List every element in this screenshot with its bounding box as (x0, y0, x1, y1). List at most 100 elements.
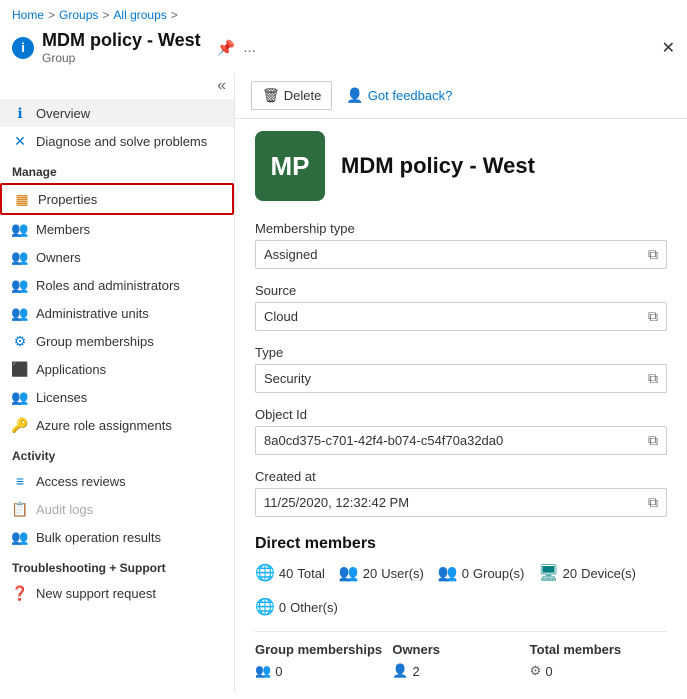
total-members-count-icon: ⚙ (530, 663, 542, 679)
stat-users: 👥 20 User(s) (339, 563, 424, 583)
field-label: Source (255, 283, 667, 298)
field-value: Security ⧉ (255, 364, 667, 393)
breadcrumb-all-groups[interactable]: All groups (113, 8, 166, 22)
collapse-icon[interactable]: « (217, 77, 226, 95)
sidebar-item-applications[interactable]: ⬛ Applications (0, 355, 234, 383)
title-actions: 📌 ... (217, 39, 256, 57)
sidebar-item-audit-logs[interactable]: 📋 Audit logs (0, 495, 234, 523)
feedback-icon: 👤 (346, 87, 363, 104)
field-label: Type (255, 345, 667, 360)
memberships-count-icon: 👥 (255, 663, 271, 679)
devices-icon: 🖥 (538, 563, 558, 583)
page-subtitle: Group (42, 51, 201, 65)
members-icon: 👥 (12, 221, 28, 237)
delete-button[interactable]: 🗑 Delete (251, 81, 332, 110)
sidebar-item-label: Audit logs (36, 502, 93, 517)
sidebar-item-bulk-ops[interactable]: 👥 Bulk operation results (0, 523, 234, 551)
copy-type[interactable]: ⧉ (648, 370, 658, 387)
copy-membership-type[interactable]: ⧉ (648, 246, 658, 263)
roles-icon: 👥 (12, 277, 28, 293)
field-label: Membership type (255, 221, 667, 236)
stat-groups: 👥 0 Group(s) (438, 563, 524, 583)
bottom-stat-value: ⚙ 0 (530, 663, 553, 679)
group-avatar: MP (255, 131, 325, 201)
field-value: Cloud ⧉ (255, 302, 667, 331)
owners-count-icon: 👤 (392, 663, 408, 679)
sidebar-item-label: New support request (36, 586, 156, 601)
copy-created-at[interactable]: ⧉ (648, 494, 658, 511)
sidebar-item-label: Group memberships (36, 334, 154, 349)
members-stats: 🌐 40 Total 👥 20 User(s) 👥 0 Group(s) 🖥 2… (255, 563, 667, 617)
copy-object-id[interactable]: ⧉ (648, 432, 658, 449)
sidebar-item-owners[interactable]: 👥 Owners (0, 243, 234, 271)
sidebar-item-licenses[interactable]: 👥 Licenses (0, 383, 234, 411)
total-icon: 🌐 (255, 563, 275, 583)
stat-others: 🌐 0 Other(s) (255, 597, 338, 617)
close-button[interactable]: ✕ (662, 38, 675, 58)
feedback-button[interactable]: 👤 Got feedback? (336, 82, 462, 109)
sidebar-item-group-memberships[interactable]: ⚙ Group memberships (0, 327, 234, 355)
field-object-id: Object Id 8a0cd375-c701-42f4-b074-c54f70… (255, 407, 667, 455)
sidebar-item-access-reviews[interactable]: ≡ Access reviews (0, 467, 234, 495)
diagnose-icon: ✕ (12, 133, 28, 149)
field-source: Source Cloud ⧉ (255, 283, 667, 331)
sidebar-item-label: Owners (36, 250, 81, 265)
header-icon: i (12, 37, 34, 59)
toolbar: 🗑 Delete 👤 Got feedback? (235, 73, 687, 119)
sidebar-item-roles[interactable]: 👥 Roles and administrators (0, 271, 234, 299)
manage-section-label: Manage (0, 155, 234, 183)
direct-members-title: Direct members (255, 535, 667, 553)
users-icon: 👥 (339, 563, 359, 583)
sidebar-item-label: Roles and administrators (36, 278, 180, 293)
field-label: Created at (255, 469, 667, 484)
sidebar-item-azure-roles[interactable]: 🔑 Azure role assignments (0, 411, 234, 439)
group-header: MP MDM policy - West (255, 131, 667, 201)
sidebar-item-label: Applications (36, 362, 106, 377)
bottom-stat-label: Group memberships (255, 642, 382, 657)
sidebar-item-new-support[interactable]: ❓ New support request (0, 579, 234, 607)
bottom-stat-owners: Owners 👤 2 (392, 642, 529, 679)
field-label: Object Id (255, 407, 667, 422)
others-icon: 🌐 (255, 597, 275, 617)
sidebar-item-label: Diagnose and solve problems (36, 134, 207, 149)
sidebar-item-label: Azure role assignments (36, 418, 172, 433)
content-area: 🗑 Delete 👤 Got feedback? MP MDM policy -… (235, 73, 687, 692)
title-text: MDM policy - West Group (42, 30, 201, 65)
azure-roles-icon: 🔑 (12, 417, 28, 433)
field-membership-type: Membership type Assigned ⧉ (255, 221, 667, 269)
more-icon[interactable]: ... (243, 39, 256, 56)
sidebar-item-label: Properties (38, 192, 97, 207)
top-bar: Home > Groups > All groups > (0, 0, 687, 26)
delete-icon: 🗑 (262, 87, 280, 104)
sidebar-item-label: Licenses (36, 390, 87, 405)
sidebar: « ℹ Overview ✕ Diagnose and solve proble… (0, 73, 235, 692)
access-reviews-icon: ≡ (12, 473, 28, 489)
properties-icon: ▦ (14, 191, 30, 207)
copy-source[interactable]: ⧉ (648, 308, 658, 325)
applications-icon: ⬛ (12, 361, 28, 377)
bottom-stat-value: 👤 2 (392, 663, 419, 679)
sidebar-item-admin-units[interactable]: 👥 Administrative units (0, 299, 234, 327)
admin-units-icon: 👥 (12, 305, 28, 321)
breadcrumb: Home > Groups > All groups > (12, 8, 178, 22)
group-name: MDM policy - West (341, 153, 535, 179)
sidebar-item-properties[interactable]: ▦ Properties (0, 183, 234, 215)
sidebar-item-overview[interactable]: ℹ Overview (0, 99, 234, 127)
field-value: 8a0cd375-c701-42f4-b074-c54f70a32da0 ⧉ (255, 426, 667, 455)
sidebar-collapse[interactable]: « (0, 73, 234, 99)
breadcrumb-home[interactable]: Home (12, 8, 44, 22)
sidebar-item-diagnose[interactable]: ✕ Diagnose and solve problems (0, 127, 234, 155)
content-inner: MP MDM policy - West Membership type Ass… (235, 119, 687, 691)
sidebar-item-label: Administrative units (36, 306, 149, 321)
sidebar-item-label: Overview (36, 106, 90, 121)
breadcrumb-groups[interactable]: Groups (59, 8, 98, 22)
field-value: Assigned ⧉ (255, 240, 667, 269)
stat-total: 🌐 40 Total (255, 563, 325, 583)
activity-section-label: Activity (0, 439, 234, 467)
sidebar-item-members[interactable]: 👥 Members (0, 215, 234, 243)
sidebar-item-label: Bulk operation results (36, 530, 161, 545)
pin-icon[interactable]: 📌 (217, 39, 236, 57)
bottom-stat-label: Owners (392, 642, 440, 657)
licenses-icon: 👥 (12, 389, 28, 405)
bottom-stat-label: Total members (530, 642, 622, 657)
